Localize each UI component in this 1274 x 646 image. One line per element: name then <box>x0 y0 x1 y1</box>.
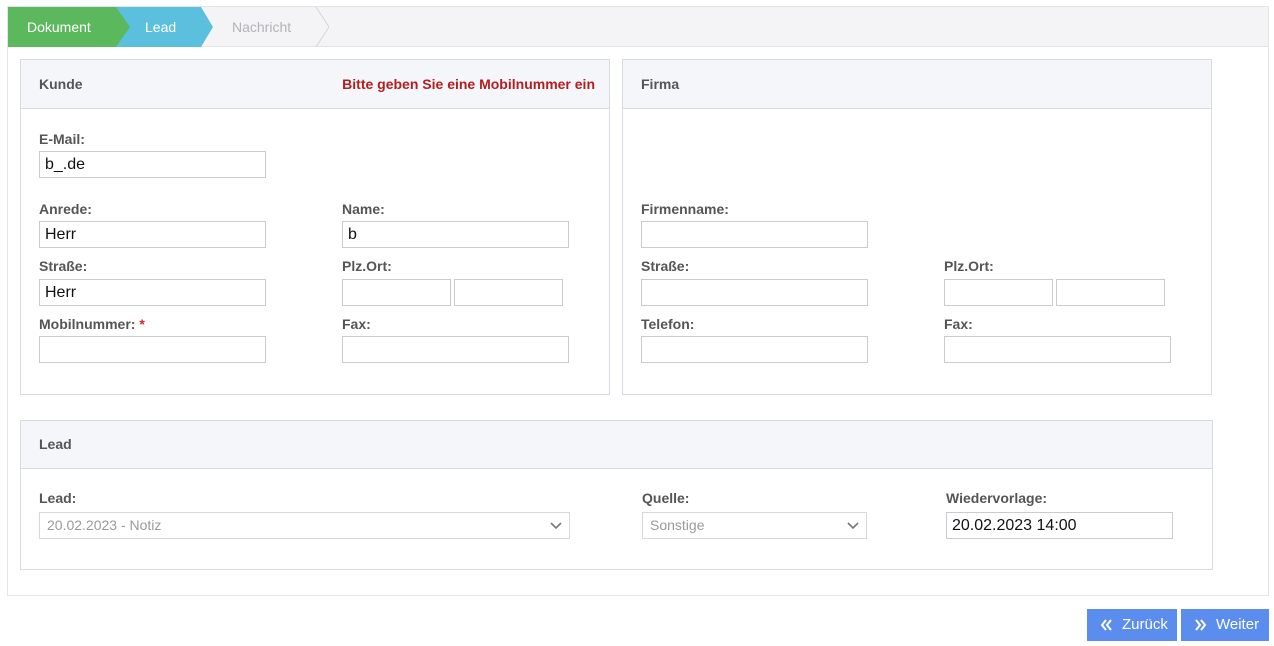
email-field[interactable]: b_.de <box>39 151 266 178</box>
step-nachricht-label: Nachricht <box>232 19 292 35</box>
plz-ort-label: Plz.Ort: <box>342 258 392 274</box>
double-chevron-left-icon <box>1100 619 1112 631</box>
mobile-required-alert: Bitte geben Sie eine Mobilnummer ein <box>342 76 595 92</box>
double-chevron-right-icon <box>1195 619 1207 631</box>
name-field[interactable]: b <box>342 221 569 248</box>
required-marker: * <box>139 316 145 332</box>
step-nachricht[interactable]: Nachricht <box>213 7 329 47</box>
lead-select-value: 20.02.2023 - Notiz <box>47 517 162 533</box>
kunde-panel-title: Kunde <box>39 76 83 92</box>
firma-fax-label: Fax: <box>944 316 973 332</box>
step-dokument-label: Dokument <box>27 19 91 35</box>
wizard-steps: Dokument Lead Nachricht <box>8 7 1268 47</box>
chevron-down-icon <box>550 522 562 530</box>
firmenname-label: Firmenname: <box>641 201 729 217</box>
anrede-label: Anrede: <box>39 201 92 217</box>
anrede-field[interactable]: Herr <box>39 221 266 248</box>
next-button-label: Weiter <box>1216 616 1260 633</box>
firma-panel-title: Firma <box>641 76 680 92</box>
firma-plz-ort-label: Plz.Ort: <box>944 258 994 274</box>
telefon-label: Telefon: <box>641 316 695 332</box>
lead-label: Lead: <box>39 490 77 506</box>
email-label: E-Mail: <box>39 131 85 147</box>
back-button-label: Zurück <box>1122 616 1168 633</box>
firma-panel: Firma Firmenname: Straße: Plz.Ort: Telef… <box>622 59 1212 395</box>
fax-field[interactable] <box>342 336 569 363</box>
firma-fax-field[interactable] <box>944 336 1171 363</box>
step-dokument[interactable]: Dokument <box>8 7 130 47</box>
lead-panel-title: Lead <box>39 436 72 452</box>
mobilnummer-field[interactable] <box>39 336 266 363</box>
kunde-panel-header: Kunde Bitte geben Sie eine Mobilnummer e… <box>21 60 609 109</box>
name-label: Name: <box>342 201 385 217</box>
next-button[interactable]: Weiter <box>1181 609 1269 641</box>
quelle-label: Quelle: <box>642 490 690 506</box>
step-lead[interactable]: Lead <box>116 7 213 47</box>
wiedervorlage-label: Wiedervorlage: <box>946 490 1048 506</box>
plz-field[interactable] <box>342 279 451 306</box>
mobilnummer-label: Mobilnummer: * <box>39 316 145 332</box>
firma-ort-field[interactable] <box>1056 279 1165 306</box>
back-button[interactable]: Zurück <box>1087 609 1177 641</box>
telefon-field[interactable] <box>641 336 868 363</box>
firma-panel-header: Firma <box>623 60 1211 109</box>
strasse-label: Straße: <box>39 258 88 274</box>
quelle-select-value: Sonstige <box>650 517 705 533</box>
lead-panel: Lead Lead: 20.02.2023 - Notiz Quelle: So… <box>20 420 1213 570</box>
firma-plz-field[interactable] <box>944 279 1053 306</box>
wiedervorlage-field[interactable]: 20.02.2023 14:00 <box>946 512 1173 539</box>
firmenname-field[interactable] <box>641 221 868 248</box>
strasse-field[interactable]: Herr <box>39 279 266 306</box>
quelle-select[interactable]: Sonstige <box>642 512 867 539</box>
firma-strasse-field[interactable] <box>641 279 868 306</box>
lead-panel-header: Lead <box>21 421 1212 469</box>
lead-wizard: Dokument Lead Nachricht Kunde Bitte gebe… <box>7 6 1269 596</box>
ort-field[interactable] <box>454 279 563 306</box>
chevron-down-icon <box>847 522 859 530</box>
kunde-panel: Kunde Bitte geben Sie eine Mobilnummer e… <box>20 59 610 395</box>
firma-strasse-label: Straße: <box>641 258 690 274</box>
lead-select[interactable]: 20.02.2023 - Notiz <box>39 512 570 539</box>
mobilnummer-label-text: Mobilnummer: <box>39 316 136 332</box>
fax-label: Fax: <box>342 316 371 332</box>
